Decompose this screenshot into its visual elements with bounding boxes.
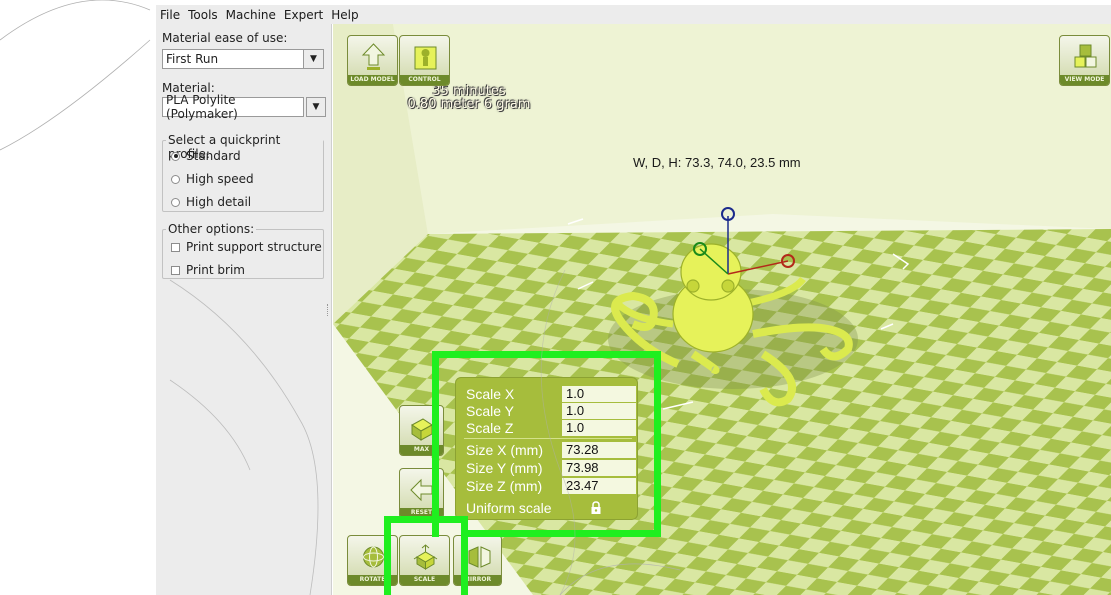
max-size-button[interactable]: MAX [399, 405, 444, 456]
size-y-label: Size Y (mm) [466, 460, 543, 476]
load-model-icon [361, 43, 386, 70]
view-mode-button[interactable]: VIEW MODE [1059, 35, 1110, 86]
size-x-input[interactable]: 73.28 [562, 442, 636, 458]
settings-panel: Material ease of use: First Run ▼ Materi… [156, 24, 332, 595]
scale-x-row: Scale X 1.0 [466, 386, 636, 402]
checkbox-icon[interactable] [171, 242, 180, 252]
ease-label: Material ease of use: [162, 31, 288, 45]
scale-z-label: Scale Z [466, 420, 514, 436]
scale-y-input[interactable]: 1.0 [562, 403, 636, 419]
other-options-label: Other options: [166, 222, 257, 236]
size-z-label: Size Z (mm) [466, 478, 543, 494]
control-label: CONTROL [400, 75, 449, 85]
load-model-label: LOAD MODEL [348, 75, 397, 85]
splitter-handle[interactable] [327, 304, 330, 316]
profile-high-speed[interactable]: High speed [171, 172, 254, 186]
other-options-group: Other options: Print support structure P… [162, 222, 324, 279]
control-button[interactable]: CONTROL [399, 35, 450, 86]
support-option[interactable]: Print support structure [171, 240, 322, 254]
checkbox-icon[interactable] [171, 265, 180, 275]
menu-expert[interactable]: Expert [284, 8, 323, 22]
uniform-scale-label: Uniform scale [466, 500, 552, 516]
material-value: PLA Polylite (Polymaker) [166, 93, 238, 121]
view-mode-icon [1074, 44, 1097, 68]
support-label: Print support structure [186, 240, 322, 254]
scale-x-label: Scale X [466, 386, 515, 402]
print-material: 0.80 meter 6 gram [407, 97, 531, 112]
profile-standard-label: Standard [186, 149, 241, 163]
size-x-label: Size X (mm) [466, 442, 543, 458]
app-window: File Tools Machine Expert Help Material … [0, 0, 1111, 595]
model-dimensions: W, D, H: 73.3, 74.0, 23.5 mm [633, 155, 801, 170]
chevron-down-icon: ▼ [306, 98, 325, 116]
radio-icon[interactable] [171, 174, 180, 184]
menu-help[interactable]: Help [331, 8, 358, 22]
radio-icon[interactable] [171, 197, 180, 207]
material-select[interactable]: PLA Polylite (Polymaker) [162, 93, 304, 121]
scale-y-label: Scale Y [466, 403, 514, 419]
brim-label: Print brim [186, 263, 245, 277]
scale-z-input[interactable]: 1.0 [562, 420, 636, 436]
view-mode-label: VIEW MODE [1060, 75, 1109, 85]
size-y-row: Size Y (mm) 73.98 [466, 460, 636, 476]
rotate-icon [363, 546, 384, 568]
profile-high-speed-label: High speed [186, 172, 254, 186]
profile-high-detail[interactable]: High detail [171, 195, 251, 209]
load-model-button[interactable]: LOAD MODEL [347, 35, 398, 86]
menu-machine[interactable]: Machine [226, 8, 276, 22]
reset-arrow-icon [410, 478, 433, 502]
mirror-icon [468, 546, 491, 568]
radio-selected-icon[interactable] [171, 151, 180, 161]
menu-file[interactable]: File [160, 8, 180, 22]
profile-standard[interactable]: Standard [171, 149, 241, 163]
scale-x-input[interactable]: 1.0 [562, 386, 636, 402]
chevron-down-icon[interactable]: ▼ [303, 50, 323, 68]
reset-button[interactable]: RESET [399, 468, 444, 519]
size-x-row: Size X (mm) 73.28 [466, 442, 636, 458]
material-dropdown-button[interactable]: ▼ [306, 97, 326, 117]
scale-y-row: Scale Y 1.0 [466, 403, 636, 419]
quickprint-group: Select a quickprint profile: Standard Hi… [162, 133, 324, 212]
scale-panel: Scale X 1.0 Scale Y 1.0 Scale Z 1.0 Size… [455, 377, 638, 520]
scale-z-row: Scale Z 1.0 [466, 420, 636, 436]
print-stats: 35 minutes 0.80 meter 6 gram [399, 85, 539, 111]
ease-select[interactable]: First Run ▼ [162, 49, 324, 69]
max-size-label: MAX [400, 445, 443, 455]
max-size-icon [411, 418, 433, 441]
menu-bar: File Tools Machine Expert Help [156, 5, 1111, 24]
size-z-row: Size Z (mm) 23.47 [466, 478, 636, 494]
profile-high-detail-label: High detail [186, 195, 252, 209]
highlight-frame-scale-button [384, 516, 468, 595]
divider [464, 438, 632, 439]
menu-tools[interactable]: Tools [188, 8, 218, 22]
size-z-input[interactable]: 23.47 [562, 478, 636, 494]
ease-value: First Run [166, 52, 219, 66]
control-icon [414, 46, 437, 70]
lock-icon[interactable] [590, 501, 602, 515]
brim-option[interactable]: Print brim [171, 263, 245, 277]
size-y-input[interactable]: 73.98 [562, 460, 636, 476]
highlight-frame-connector [466, 530, 661, 537]
